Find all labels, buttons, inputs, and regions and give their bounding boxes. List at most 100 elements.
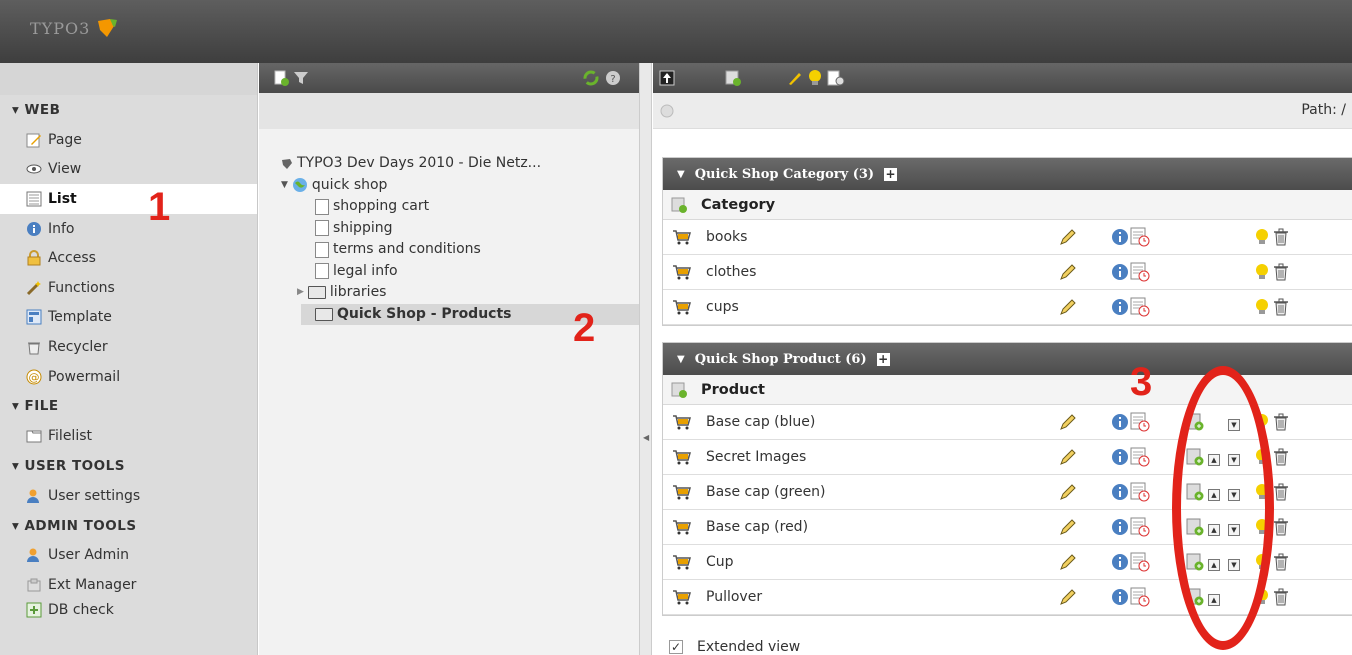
record-title[interactable]: Cup <box>706 554 734 570</box>
collapse-arrow-icon[interactable]: ◀ <box>643 433 649 442</box>
delete-trash-icon[interactable] <box>1273 263 1289 285</box>
collapse-icon[interactable]: ▼ <box>677 354 685 365</box>
edit-pencil-icon[interactable] <box>1059 448 1077 470</box>
tree-page[interactable]: shopping cart <box>281 196 639 218</box>
module-db-check[interactable]: DB check <box>0 600 257 620</box>
delete-trash-icon[interactable] <box>1273 448 1289 470</box>
table-row[interactable]: cups <box>663 290 1352 325</box>
record-title[interactable]: Base cap (blue) <box>706 414 815 430</box>
edit-pencil-icon[interactable] <box>1059 518 1077 540</box>
new-record-icon[interactable] <box>725 70 741 86</box>
history-icon[interactable] <box>1130 297 1150 321</box>
filter-icon[interactable] <box>293 70 309 86</box>
module-filelist[interactable]: Filelist <box>0 421 257 451</box>
edit-pencil-icon[interactable] <box>1059 228 1077 250</box>
info-icon[interactable] <box>1111 518 1129 540</box>
tree-page[interactable]: terms and conditions <box>281 239 639 261</box>
hide-lightbulb-icon[interactable] <box>1254 228 1270 250</box>
edit-pencil-icon[interactable] <box>1059 553 1077 575</box>
product-table-header[interactable]: ▼ Quick Shop Product (6) + <box>663 343 1352 375</box>
edit-pencil-icon[interactable] <box>1059 298 1077 320</box>
panel-splitter[interactable]: ◀ <box>639 63 652 655</box>
category-table-header[interactable]: ▼ Quick Shop Category (3) + <box>663 158 1352 190</box>
tree-expand-toggle[interactable]: ▼ <box>281 175 288 197</box>
info-icon[interactable] <box>1111 588 1129 610</box>
module-page[interactable]: Page <box>0 125 257 155</box>
hide-lightbulb-icon[interactable] <box>1254 263 1270 285</box>
delete-trash-icon[interactable] <box>1273 588 1289 610</box>
record-title[interactable]: cups <box>706 299 739 315</box>
lightbulb-icon[interactable] <box>807 69 823 87</box>
product-cart-icon[interactable] <box>672 484 692 504</box>
help-icon[interactable] <box>660 104 674 118</box>
tree-page[interactable]: legal info <box>281 261 639 283</box>
module-user-settings[interactable]: User settings <box>0 481 257 511</box>
record-title[interactable]: Base cap (green) <box>706 484 826 500</box>
record-title[interactable]: clothes <box>706 264 756 280</box>
history-icon[interactable] <box>1130 447 1150 471</box>
record-title[interactable]: Pullover <box>706 589 762 605</box>
module-functions[interactable]: Functions <box>0 273 257 303</box>
module-info[interactable]: Info <box>0 214 257 244</box>
history-icon[interactable] <box>1130 552 1150 576</box>
edit-pencil-icon[interactable] <box>1059 263 1077 285</box>
delete-trash-icon[interactable] <box>1273 413 1289 435</box>
info-icon[interactable] <box>1111 298 1129 320</box>
tree-page[interactable]: shipping <box>281 218 639 240</box>
new-record-icon[interactable] <box>671 197 687 213</box>
product-cart-icon[interactable] <box>672 519 692 539</box>
edit-pencil-icon[interactable] <box>1059 588 1077 610</box>
edit-pencil-icon[interactable] <box>1059 413 1077 435</box>
typo3-logo[interactable]: TYPO3 <box>30 18 118 38</box>
product-cart-icon[interactable] <box>672 449 692 469</box>
info-icon[interactable] <box>1111 483 1129 505</box>
module-user-admin[interactable]: User Admin <box>0 541 257 571</box>
module-view[interactable]: View <box>0 155 257 185</box>
record-title[interactable]: Secret Images <box>706 449 806 465</box>
tree-site[interactable]: ▼ quick shop <box>281 175 639 197</box>
history-icon[interactable] <box>1130 587 1150 611</box>
tree-folder-toggle[interactable]: ▶ <box>297 282 304 304</box>
expand-plus-icon[interactable]: + <box>884 167 898 181</box>
product-cart-icon[interactable] <box>672 229 692 249</box>
table-row[interactable]: clothes <box>663 255 1352 290</box>
help-icon[interactable]: ? <box>605 70 621 86</box>
info-icon[interactable] <box>1111 263 1129 285</box>
new-record-icon[interactable] <box>671 382 687 398</box>
product-cart-icon[interactable] <box>672 299 692 319</box>
extended-view-option[interactable]: ✓ Extended view <box>669 639 800 655</box>
module-access[interactable]: Access <box>0 243 257 273</box>
delete-trash-icon[interactable] <box>1273 518 1289 540</box>
product-cart-icon[interactable] <box>672 554 692 574</box>
module-template[interactable]: Template <box>0 303 257 333</box>
history-icon[interactable] <box>1130 517 1150 541</box>
refresh-icon[interactable] <box>583 70 599 86</box>
collapse-icon[interactable]: ▼ <box>677 169 685 180</box>
new-page-icon[interactable] <box>273 70 289 86</box>
section-admin-tools[interactable]: ▾ ADMIN TOOLS <box>0 511 257 541</box>
delete-trash-icon[interactable] <box>1273 298 1289 320</box>
info-icon[interactable] <box>1111 413 1129 435</box>
info-icon[interactable] <box>1111 228 1129 250</box>
product-cart-icon[interactable] <box>672 414 692 434</box>
edit-pencil-icon[interactable] <box>1059 483 1077 505</box>
section-web[interactable]: ▾ WEB <box>0 95 257 125</box>
history-icon[interactable] <box>1130 482 1150 506</box>
edit-page-icon[interactable] <box>787 70 803 86</box>
section-user-tools[interactable]: ▾ USER TOOLS <box>0 451 257 481</box>
up-level-icon[interactable] <box>659 70 675 86</box>
extended-view-checkbox[interactable]: ✓ <box>669 640 683 654</box>
history-icon[interactable] <box>1130 412 1150 436</box>
history-icon[interactable] <box>1130 227 1150 251</box>
info-icon[interactable] <box>1111 448 1129 470</box>
page-properties-icon[interactable] <box>827 70 845 86</box>
tree-root[interactable]: TYPO3 Dev Days 2010 - Die Netz... <box>281 153 639 175</box>
module-powermail[interactable]: @ Powermail <box>0 362 257 392</box>
module-recycler[interactable]: Recycler <box>0 332 257 362</box>
delete-trash-icon[interactable] <box>1273 228 1289 250</box>
expand-plus-icon[interactable]: + <box>876 352 890 366</box>
module-ext-manager[interactable]: Ext Manager <box>0 570 257 600</box>
history-icon[interactable] <box>1130 262 1150 286</box>
tree-folder[interactable]: ▶ libraries <box>281 282 639 304</box>
delete-trash-icon[interactable] <box>1273 483 1289 505</box>
